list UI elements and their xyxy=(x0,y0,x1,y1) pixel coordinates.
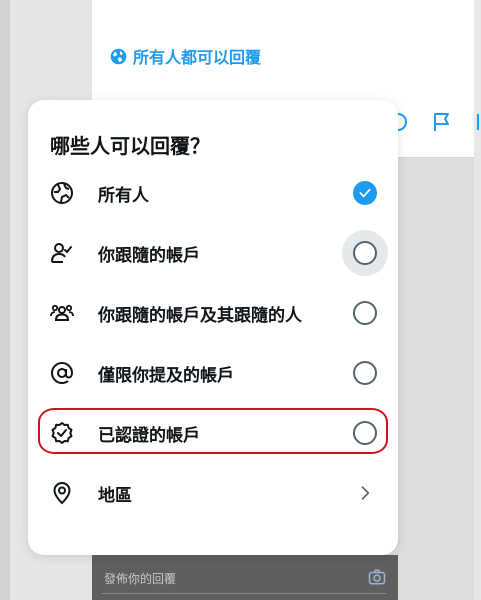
option-label: 僅限你提及的帳戶 xyxy=(98,365,234,386)
globe-icon xyxy=(110,48,127,64)
right-edge-strip xyxy=(474,0,481,600)
globe-icon xyxy=(50,181,74,205)
chevron-right-icon[interactable] xyxy=(350,478,380,508)
option-everyone[interactable]: 所有人 xyxy=(28,163,398,223)
radio-circle xyxy=(353,241,377,265)
radio-unchecked[interactable] xyxy=(350,358,380,388)
popup-title: 哪些人可以回覆？ xyxy=(50,134,210,158)
annotation-highlight xyxy=(38,408,388,454)
person-check-icon xyxy=(50,241,74,265)
option-mentioned-only[interactable]: 僅限你提及的帳戶 xyxy=(28,343,398,403)
option-label: 地區 xyxy=(98,485,132,506)
option-label: 所有人 xyxy=(98,185,149,206)
radio-circle xyxy=(353,301,377,325)
radio-checked[interactable] xyxy=(350,178,380,208)
option-follow-and-followers[interactable]: 你跟隨的帳戶及其跟隨的人 xyxy=(28,283,398,343)
option-region[interactable]: 地區 xyxy=(28,463,398,523)
compose-placeholder[interactable]: 發佈你的回覆 xyxy=(104,570,176,587)
option-label: 你跟隨的帳戶 xyxy=(98,245,200,266)
radio-unchecked[interactable] xyxy=(342,230,388,276)
more-icon[interactable] xyxy=(472,110,481,134)
location-pin-icon xyxy=(50,481,74,505)
option-accounts-you-follow[interactable]: 你跟隨的帳戶 xyxy=(28,223,398,283)
radio-circle xyxy=(353,361,377,385)
reply-setting-button[interactable]: 所有人都可以回覆 xyxy=(110,46,262,67)
at-icon xyxy=(50,361,74,385)
people-icon xyxy=(50,301,74,325)
radio-unchecked[interactable] xyxy=(350,298,380,328)
who-can-reply-popup: 哪些人可以回覆？ 所有人 你跟隨的帳戶 你跟隨的帳戶及其跟隨的人 僅限你提及的帳… xyxy=(28,100,398,555)
compose-underline xyxy=(102,593,386,594)
camera-icon[interactable] xyxy=(368,568,386,586)
flag-icon[interactable] xyxy=(430,110,454,134)
left-edge-strip xyxy=(0,0,10,600)
checkmark-icon xyxy=(353,181,377,205)
option-label: 你跟隨的帳戶及其跟隨的人 xyxy=(98,305,302,326)
reply-setting-label: 所有人都可以回覆 xyxy=(133,48,262,67)
